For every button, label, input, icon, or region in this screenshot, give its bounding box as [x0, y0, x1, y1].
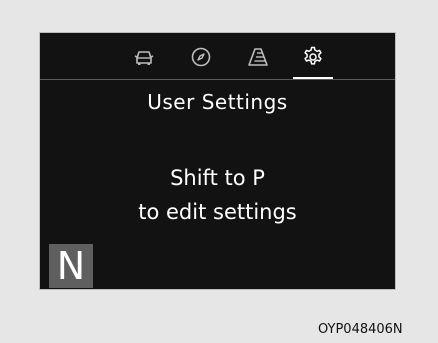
message-line-2: to edit settings	[138, 200, 297, 224]
image-code-caption: OYP048406N	[318, 322, 403, 337]
gear-position-indicator: N	[49, 244, 93, 288]
tab-bar	[40, 33, 395, 80]
car-icon	[134, 51, 154, 65]
road-icon	[248, 48, 268, 66]
shift-message: Shift to P to edit settings	[40, 161, 395, 229]
message-line-1: Shift to P	[170, 166, 265, 190]
gear-icon	[304, 46, 322, 65]
tab-navigation[interactable]	[187, 43, 215, 71]
tab-vehicle[interactable]	[130, 43, 158, 71]
tab-driving-assist[interactable]	[244, 43, 272, 71]
cluster-display: User Settings Shift to P to edit setting…	[39, 32, 396, 290]
page-title: User Settings	[147, 90, 288, 114]
compass-icon	[191, 47, 211, 67]
tab-user-settings[interactable]	[293, 43, 333, 80]
